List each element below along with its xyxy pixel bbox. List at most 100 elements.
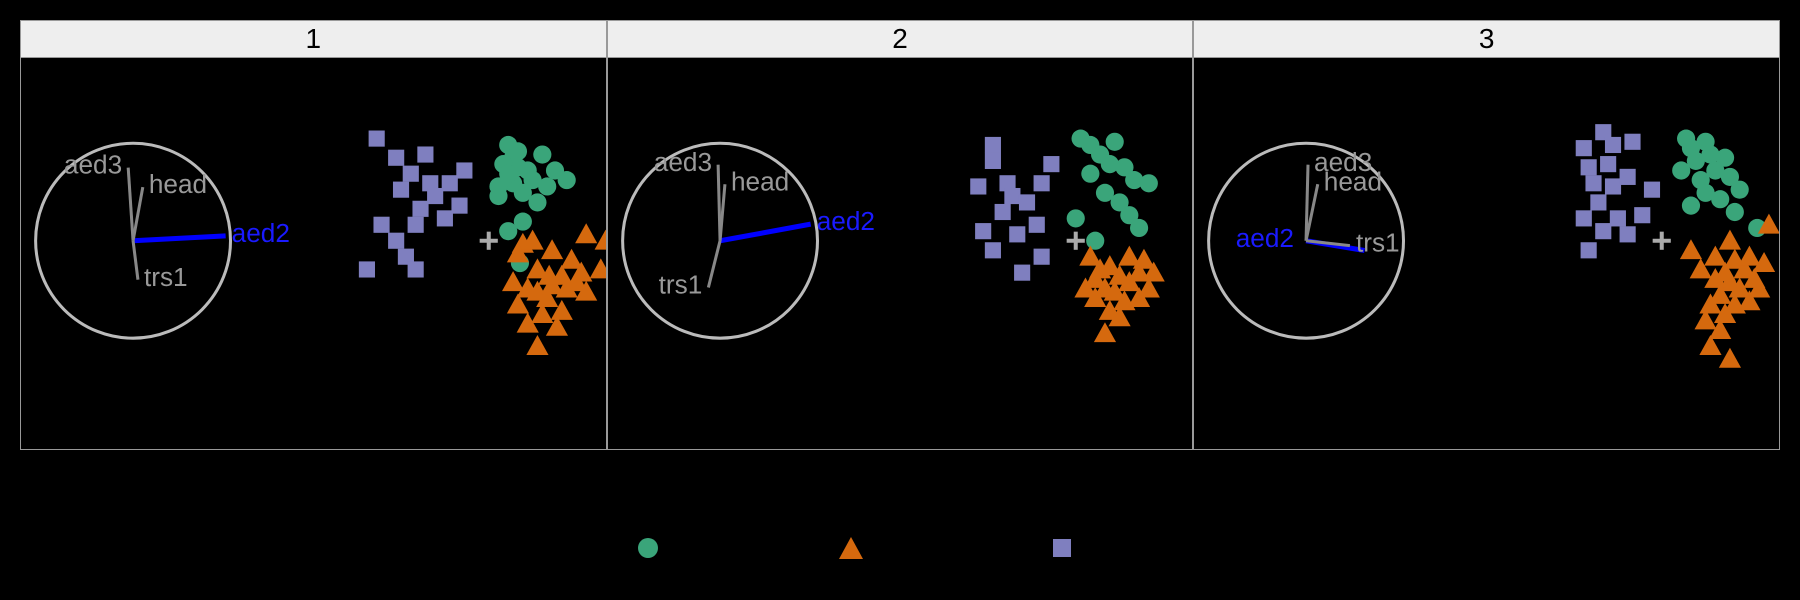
data-point-heintzi [1033, 249, 1049, 265]
data-point-heintzi [1605, 137, 1621, 153]
data-point-concha [1066, 209, 1084, 227]
origin-marker-icon [1653, 232, 1671, 250]
data-point-heintzi [408, 261, 424, 277]
data-point-heintzi [1600, 156, 1616, 172]
data-point-grahami [526, 258, 548, 278]
data-point-heintzi [1586, 175, 1602, 191]
data-point-heintzi [373, 217, 389, 233]
axis-vector-aed2 [133, 236, 226, 241]
panel-header: 2 [608, 21, 1193, 58]
legend-item-concha: Concha [638, 534, 759, 562]
data-point-heintzi [1043, 156, 1059, 172]
data-point-heintzi [1004, 188, 1020, 204]
legend-items: Concha Grahami Heintzi [638, 534, 1162, 562]
data-point-heintzi [427, 188, 443, 204]
data-point-heintzi [1033, 175, 1049, 191]
data-point-heintzi [1028, 217, 1044, 233]
data-point-concha [533, 145, 551, 163]
data-point-heintzi [1581, 159, 1597, 175]
data-point-heintzi [393, 182, 409, 198]
data-point-grahami [541, 239, 563, 259]
data-point-concha [1672, 161, 1690, 179]
data-point-heintzi [437, 210, 453, 226]
data-point-grahami [595, 230, 606, 250]
data-point-heintzi [970, 178, 986, 194]
legend-item-label: Concha [676, 534, 759, 562]
axis-label-aed3: aed3 [653, 147, 711, 177]
data-point-heintzi [417, 146, 433, 162]
data-point-heintzi [1635, 207, 1651, 223]
data-point-heintzi [456, 162, 472, 178]
data-point-heintzi [1605, 178, 1621, 194]
legend: species Concha Grahami Heintzi [0, 450, 1800, 600]
data-point-heintzi [412, 201, 428, 217]
data-point-grahami [1739, 246, 1761, 266]
data-point-heintzi [388, 233, 404, 249]
data-point-heintzi [369, 131, 385, 147]
axis-label-trs1: trs1 [1356, 228, 1400, 258]
data-point-concha [1130, 219, 1148, 237]
axis-vector-trs1 [133, 241, 138, 280]
circle-icon [638, 538, 658, 558]
data-point-heintzi [388, 150, 404, 166]
data-point-grahami [560, 249, 582, 269]
data-point-heintzi [408, 217, 424, 233]
square-icon [1053, 539, 1071, 557]
data-point-concha [1682, 197, 1700, 215]
legend-item-label: Heintzi [1089, 534, 1162, 562]
data-point-concha [1139, 174, 1157, 192]
triangle-icon [839, 537, 863, 559]
axis-label-trs1: trs1 [658, 270, 702, 300]
data-point-heintzi [1019, 194, 1035, 210]
axis-vector-aed3 [128, 168, 133, 241]
axis-label-head: head [731, 166, 789, 196]
axis-label-head: head [149, 169, 207, 199]
panel-svg: aed2 aed3 head trs1 [608, 58, 1193, 449]
data-point-heintzi [1610, 210, 1626, 226]
data-point-heintzi [1009, 226, 1025, 242]
data-point-grahami [590, 258, 606, 278]
data-point-heintzi [975, 223, 991, 239]
origin-marker-icon [480, 232, 498, 250]
data-point-concha [1105, 133, 1123, 151]
data-point-heintzi [985, 153, 1001, 169]
data-point-grahami [1719, 230, 1741, 250]
panel-header: 3 [1194, 21, 1779, 58]
panel-svg: aed2aed3headtrs1 [21, 58, 606, 449]
legend-item-grahami: Grahami [839, 534, 973, 562]
chart-container: 1aed2aed3headtrs12aed2aed3headtrs13aed2a… [0, 0, 1800, 600]
panel: 1aed2aed3headtrs1 [20, 20, 607, 450]
axis-label-trs1: trs1 [144, 262, 188, 292]
data-point-concha [1726, 203, 1744, 221]
axis-label-aed2: aed2 [1236, 223, 1294, 253]
panel-body: aed2aed3headtrs1 [21, 58, 606, 449]
data-point-heintzi [985, 242, 1001, 258]
data-point-concha [558, 171, 576, 189]
panel: 2 aed2 aed3 head trs1 [607, 20, 1194, 450]
data-point-heintzi [1620, 226, 1636, 242]
data-point-heintzi [994, 204, 1010, 220]
data-point-grahami [575, 223, 597, 243]
data-point-concha [514, 213, 532, 231]
data-point-concha [489, 187, 507, 205]
data-point-concha [1081, 165, 1099, 183]
panel: 3aed2aed3headtrs1 [1193, 20, 1780, 450]
panel-svg: aed2aed3headtrs1 [1194, 58, 1779, 449]
legend-item-label: Grahami [881, 534, 973, 562]
data-point-heintzi [1644, 182, 1660, 198]
data-point-concha [1711, 190, 1729, 208]
axis-vector-trs1 [708, 241, 720, 288]
data-point-heintzi [1591, 194, 1607, 210]
axis-label-aed2: aed2 [816, 206, 874, 236]
data-point-concha [1731, 181, 1749, 199]
data-point-heintzi [1581, 242, 1597, 258]
origin-marker-icon [1066, 232, 1084, 250]
panels-row: 1aed2aed3headtrs12aed2aed3headtrs13aed2a… [20, 20, 1780, 450]
axis-label-aed3: aed3 [64, 150, 122, 180]
axis-label-head: head [1324, 166, 1382, 196]
panel-header: 1 [21, 21, 606, 58]
legend-title: species [859, 488, 940, 516]
data-point-heintzi [1576, 210, 1592, 226]
data-point-heintzi [451, 198, 467, 214]
data-point-heintzi [442, 175, 458, 191]
